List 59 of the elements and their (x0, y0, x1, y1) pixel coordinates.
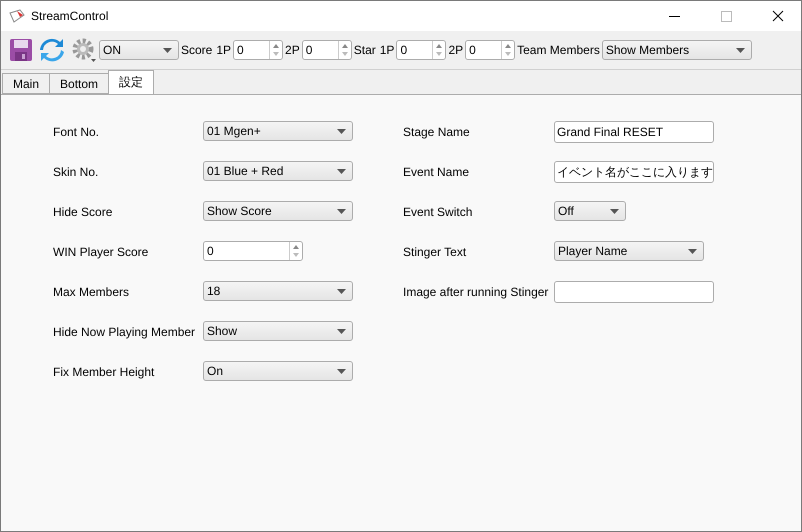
number-field[interactable]: 0 (396, 40, 446, 60)
text-field[interactable]: Grand Final RESET (554, 121, 714, 143)
field-label: Event Name (403, 164, 470, 179)
caret-icon (337, 208, 346, 214)
toolbar-label: Star (354, 43, 376, 57)
field-label: Image after running Stinger (403, 284, 550, 299)
field-label: Stinger Text (403, 244, 468, 259)
toolbar-label: Score (181, 43, 212, 57)
tab[interactable]: Main (2, 73, 50, 94)
toolbar-label: 2P (285, 43, 300, 57)
caret-icon (337, 168, 346, 174)
field-label: Max Members (53, 284, 130, 299)
close-icon (772, 10, 784, 22)
tab[interactable]: 設定 (108, 70, 154, 94)
dropdown[interactable]: 01 Mgen+ (203, 121, 353, 141)
dropdown[interactable]: On (203, 361, 353, 381)
field-label: Hide Now Playing Member (53, 324, 196, 339)
save-icon[interactable] (9, 38, 33, 62)
refresh-icon[interactable] (39, 37, 65, 63)
caret-icon (337, 368, 346, 374)
caret-icon (337, 128, 346, 134)
dropdown[interactable]: Show Score (203, 201, 353, 221)
caret-icon (337, 288, 346, 294)
field-label: Stage Name (403, 124, 471, 139)
toolbar-label: Team Members (517, 43, 600, 57)
number-field[interactable]: 0 (302, 40, 352, 60)
spin-arrows-icon[interactable] (338, 41, 351, 59)
gear-icon[interactable] (71, 37, 97, 63)
number-field[interactable]: 0 (233, 40, 284, 60)
field-label: Skin No. (53, 164, 100, 179)
toolbar-label: 1P (216, 43, 232, 57)
app-icon (9, 9, 25, 23)
dropdown[interactable]: Off (554, 201, 626, 221)
number-field[interactable]: 0 (465, 40, 516, 60)
dropdown[interactable]: Player Name (554, 241, 704, 261)
toolbar-label: 1P (380, 43, 394, 57)
text-field[interactable] (554, 281, 714, 303)
number-field[interactable]: 0 (203, 241, 303, 261)
dropdown[interactable]: ON (99, 40, 179, 60)
text-field[interactable]: イベント名がここに入ります (554, 161, 714, 183)
field-label: Event Switch (403, 204, 474, 219)
caret-icon (337, 328, 346, 334)
spin-arrows-icon[interactable] (289, 242, 302, 260)
field-label: Hide Score (53, 204, 114, 219)
tab[interactable]: Bottom (49, 73, 110, 94)
field-label: Fix Member Height (53, 364, 156, 379)
dropdown[interactable]: Show Members (602, 40, 752, 60)
dropdown[interactable]: Show (203, 321, 353, 341)
dropdown[interactable]: 18 (203, 281, 353, 301)
dropdown[interactable]: 01 Blue + Red (203, 161, 353, 181)
caret-icon (688, 248, 697, 254)
maximize-icon (720, 10, 732, 22)
caret-icon (163, 48, 172, 52)
caret-icon (610, 208, 619, 214)
caret-icon (736, 48, 745, 52)
window-title: StreamControl (31, 9, 110, 23)
field-label: Font No. (53, 124, 100, 139)
toolbar-label: 2P (448, 43, 464, 57)
field-label: WIN Player Score (53, 244, 150, 259)
